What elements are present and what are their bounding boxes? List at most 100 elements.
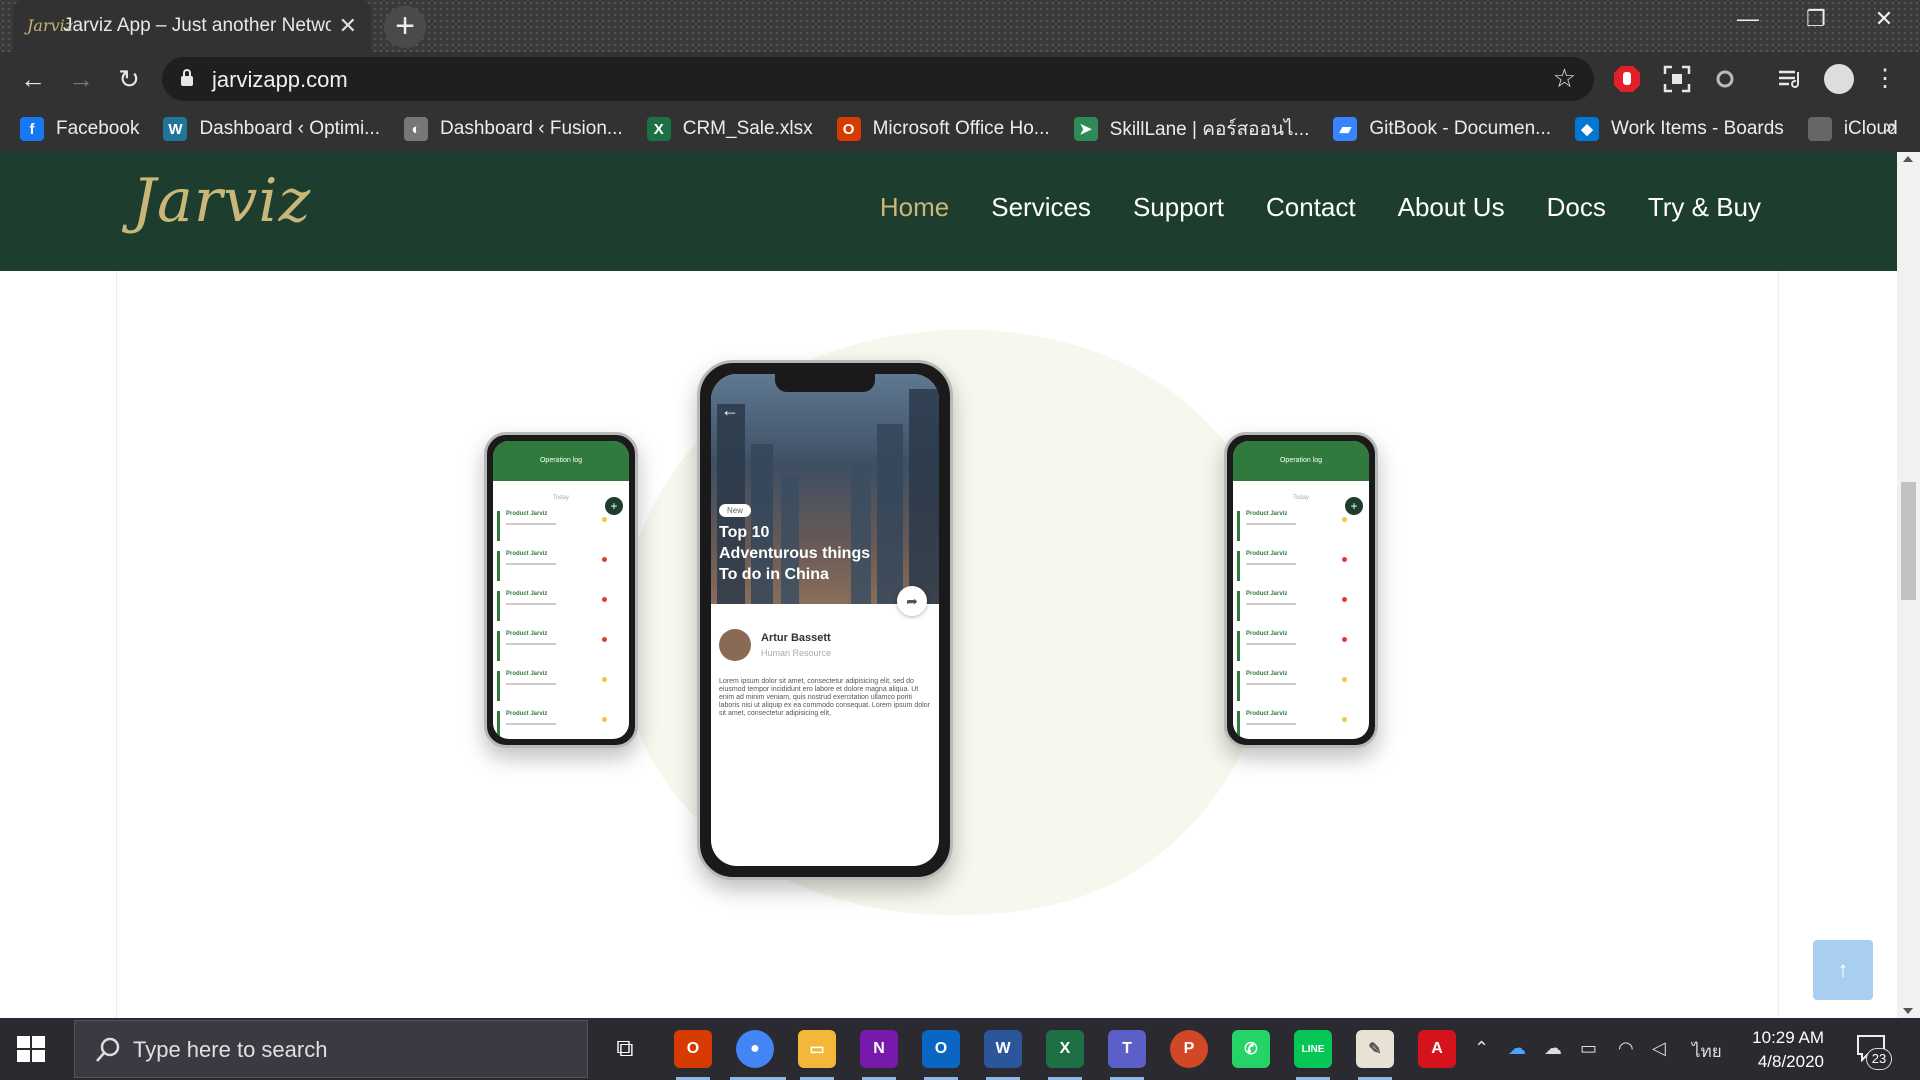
- bookmark-item[interactable]: W Dashboard ‹ Optimi...: [163, 117, 380, 141]
- address-bar[interactable]: jarvizapp.com ☆: [162, 57, 1594, 101]
- restore-icon[interactable]: ❐: [1786, 6, 1846, 32]
- line-app-icon[interactable]: LINE: [1294, 1030, 1332, 1068]
- powerpoint-app-icon[interactable]: P: [1170, 1030, 1208, 1068]
- outlook-app-icon[interactable]: O: [922, 1030, 960, 1068]
- phone-notch: [775, 374, 875, 392]
- new-tab-button[interactable]: +: [384, 6, 426, 48]
- list-item: Product Jarviz: [497, 671, 623, 701]
- word-app-icon[interactable]: W: [984, 1030, 1022, 1068]
- status-dot: [602, 637, 607, 642]
- status-dot: [1342, 557, 1347, 562]
- windows-start-icon[interactable]: [16, 1034, 46, 1064]
- nav-link-about-us[interactable]: About Us: [1398, 192, 1505, 223]
- author-name: Artur Bassett: [761, 632, 831, 644]
- jarviz-logo[interactable]: Jarviz: [132, 166, 311, 236]
- profile-avatar[interactable]: [1824, 64, 1854, 94]
- scrollbar-thumb[interactable]: [1901, 482, 1916, 600]
- taskbar-search[interactable]: Type here to search: [74, 1020, 588, 1078]
- media-queue-icon[interactable]: [1776, 64, 1806, 94]
- notification-count: 23: [1866, 1048, 1892, 1070]
- bookmark-item[interactable]: ▰ GitBook - Documen...: [1333, 117, 1551, 141]
- teams-app-icon[interactable]: T: [1108, 1030, 1146, 1068]
- forward-arrow-icon[interactable]: →: [64, 64, 98, 94]
- browser-menu-icon[interactable]: ⋮: [1868, 64, 1902, 94]
- list-item-title: Product Jarviz: [506, 551, 548, 557]
- list-item: Product Jarviz: [497, 711, 623, 739]
- list-item-subtitle: [506, 523, 556, 525]
- operation-log-header: Operation log: [1233, 441, 1369, 481]
- nav-link-services[interactable]: Services: [991, 192, 1091, 223]
- bookmark-label: SkillLane | คอร์สออนไ...: [1109, 119, 1310, 140]
- bookmark-label: Microsoft Office Ho...: [872, 118, 1050, 139]
- onedrive-icon[interactable]: ☁: [1508, 1038, 1526, 1059]
- status-dot: [602, 717, 607, 722]
- list-item-subtitle: [1246, 523, 1296, 525]
- show-hidden-icons[interactable]: ⌃: [1474, 1038, 1489, 1059]
- list-item-subtitle: [506, 643, 556, 645]
- record-extension-icon[interactable]: [1710, 64, 1740, 94]
- office-app-icon[interactable]: O: [674, 1030, 712, 1068]
- excel-app-icon[interactable]: X: [1046, 1030, 1084, 1068]
- bookmark-item[interactable]: ➤ SkillLane | คอร์สออนไ...: [1073, 114, 1310, 144]
- nav-link-contact[interactable]: Contact: [1266, 192, 1356, 223]
- system-clock[interactable]: 10:29 AM 4/8/2020: [1734, 1026, 1824, 1074]
- reload-icon[interactable]: ↻: [112, 64, 146, 94]
- list-item: Product Jarviz: [497, 591, 623, 621]
- wifi-icon[interactable]: ◠: [1618, 1038, 1634, 1059]
- bookmarks-overflow-icon[interactable]: »: [1885, 116, 1896, 139]
- adblock-extension-icon[interactable]: [1612, 64, 1642, 94]
- tab-close-icon[interactable]: ✕: [339, 13, 357, 39]
- list-item-subtitle: [1246, 643, 1296, 645]
- paint-app-icon[interactable]: ✎: [1356, 1030, 1394, 1068]
- browser-tab-active[interactable]: Jarviz Jarviz App – Just another Networ …: [13, 0, 371, 52]
- whatsapp-app-icon[interactable]: ✆: [1232, 1030, 1270, 1068]
- bookmark-star-icon[interactable]: ☆: [1553, 63, 1576, 94]
- nav-link-try-buy[interactable]: Try & Buy: [1648, 192, 1761, 223]
- office-icon: O: [836, 117, 861, 141]
- nav-link-support[interactable]: Support: [1133, 192, 1224, 223]
- operation-log-header: Operation log: [493, 441, 629, 481]
- onenote-app-icon[interactable]: N: [860, 1030, 898, 1068]
- scroll-up-icon[interactable]: [1903, 156, 1913, 162]
- status-dot: [602, 677, 607, 682]
- scroll-to-top-button[interactable]: ↑: [1813, 940, 1873, 1000]
- bookmarks-bar: f Facebook W Dashboard ‹ Optimi... ◐ Dashboar…: [0, 106, 1920, 152]
- nav-link-docs[interactable]: Docs: [1547, 192, 1606, 223]
- excel-icon: X: [646, 117, 671, 141]
- bookmark-item[interactable]: O Microsoft Office Ho...: [836, 117, 1050, 141]
- battery-icon[interactable]: ▭: [1580, 1038, 1597, 1059]
- window-close-icon[interactable]: ✕: [1854, 6, 1914, 32]
- phone-screen-center: ← New Top 10 Adventurous things To do in…: [711, 374, 939, 866]
- bookmark-item[interactable]: ◐ Dashboard ‹ Fusion...: [404, 117, 623, 141]
- file-explorer-icon[interactable]: ▭: [798, 1030, 836, 1068]
- chrome-app-icon[interactable]: ●: [736, 1030, 774, 1068]
- list-item: Product Jarviz: [1237, 511, 1363, 541]
- task-view-icon[interactable]: ⧉: [606, 1030, 644, 1068]
- volume-icon[interactable]: ◁: [1652, 1038, 1666, 1059]
- list-item-title: Product Jarviz: [1246, 631, 1288, 637]
- browser-titlebar: Jarviz Jarviz App – Just another Networ …: [0, 0, 1920, 52]
- skilllane-icon: ➤: [1073, 117, 1098, 141]
- language-indicator[interactable]: ไทย: [1692, 1038, 1722, 1065]
- screenshot-extension-icon[interactable]: [1662, 64, 1692, 94]
- nav-link-home[interactable]: Home: [880, 192, 949, 223]
- apple-icon: [1807, 117, 1832, 141]
- article-title: Top 10 Adventurous things To do in China: [719, 524, 871, 583]
- action-center-button[interactable]: 23: [1854, 1032, 1892, 1070]
- back-arrow-icon[interactable]: ←: [16, 64, 50, 94]
- bookmark-item[interactable]: f Facebook: [20, 117, 139, 141]
- acrobat-app-icon[interactable]: A: [1418, 1030, 1456, 1068]
- scroll-down-icon[interactable]: [1903, 1008, 1913, 1014]
- onedrive-personal-icon[interactable]: ☁: [1544, 1038, 1562, 1059]
- jarviz-favicon-icon: Jarviz: [27, 16, 74, 35]
- site-header: Jarviz Home Services Support Contact About U…: [0, 152, 1897, 271]
- article-body: Lorem ipsum dolor sit amet, consectetur …: [719, 678, 930, 717]
- author-avatar: [719, 629, 751, 661]
- status-dot: [1342, 517, 1347, 522]
- bookmark-item[interactable]: X CRM_Sale.xlsx: [646, 117, 813, 141]
- minimize-icon[interactable]: —: [1718, 6, 1778, 32]
- browser-toolbar: ← → ↻ jarvizapp.com ☆ ⋮: [0, 52, 1920, 106]
- page-scrollbar[interactable]: [1897, 152, 1920, 1018]
- list-item: Product Jarviz: [497, 551, 623, 581]
- bookmark-item[interactable]: ◆ Work Items - Boards: [1575, 117, 1784, 141]
